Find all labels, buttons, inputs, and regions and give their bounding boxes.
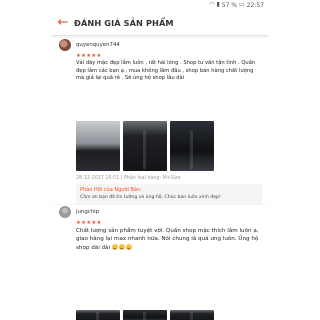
wifi-icon: ◠	[209, 1, 215, 8]
review-photo[interactable]	[123, 310, 167, 320]
review-text: Chất lượng sản phẩm tuyệt vời. Quần shop…	[76, 228, 259, 251]
review-photo[interactable]	[170, 310, 214, 320]
app-frame: ◠ ▮ 57 % ▭ 22:57 ← ĐÁNH GIÁ SẢN PHẨM quy…	[52, 0, 268, 320]
review-photos	[76, 310, 214, 320]
battery-percent: 57 %	[221, 1, 238, 9]
battery-icon: ▭	[239, 1, 245, 8]
star-rating: ★★★★★	[76, 220, 102, 226]
back-arrow-icon[interactable]: ←	[52, 10, 74, 36]
avatar[interactable]	[59, 206, 71, 218]
review-meta: 28-12-2017 16:51 | Phân loại hàng: M+Siz…	[76, 176, 181, 181]
smile-emoji-icon	[118, 243, 125, 250]
review-photo[interactable]	[76, 121, 120, 171]
review-card: quyenquyen744 ★★★★★ Vải dày mặc đẹp lắm …	[52, 38, 268, 210]
status-time: 22:57	[246, 1, 264, 9]
review-card: jungchip ★★★★★ Chất lượng sản phẩm tuyệt…	[52, 205, 268, 320]
smile-emoji-icon	[111, 243, 118, 250]
smile-emoji-icon	[125, 243, 132, 250]
emoji-group	[111, 243, 133, 251]
star-rating: ★★★★★	[76, 53, 102, 59]
review-user-row: quyenquyen744	[52, 38, 268, 52]
seller-reply-text: Cảm ơn bạn đã tin tưởng và ủng hộ. Chúc …	[80, 195, 221, 200]
review-text: Vải dày mặc đẹp lắm luôn , rất hài lòng …	[76, 60, 256, 82]
review-username: quyenquyen744	[76, 42, 120, 48]
review-photo[interactable]	[170, 121, 214, 171]
review-username: jungchip	[76, 209, 100, 215]
signal-icon: ▮	[216, 1, 220, 8]
review-photo[interactable]	[123, 121, 167, 171]
seller-reply-label: Phản Hồi của Người Bán:	[80, 187, 142, 193]
app-bar: ← ĐÁNH GIÁ SẢN PHẨM	[52, 10, 268, 36]
review-user-row: jungchip	[52, 205, 268, 219]
avatar[interactable]	[59, 39, 71, 51]
page-title: ĐÁNH GIÁ SẢN PHẨM	[74, 17, 174, 28]
review-photos	[76, 121, 214, 171]
review-photo[interactable]	[76, 310, 120, 320]
status-bar: ◠ ▮ 57 % ▭ 22:57	[52, 0, 268, 10]
